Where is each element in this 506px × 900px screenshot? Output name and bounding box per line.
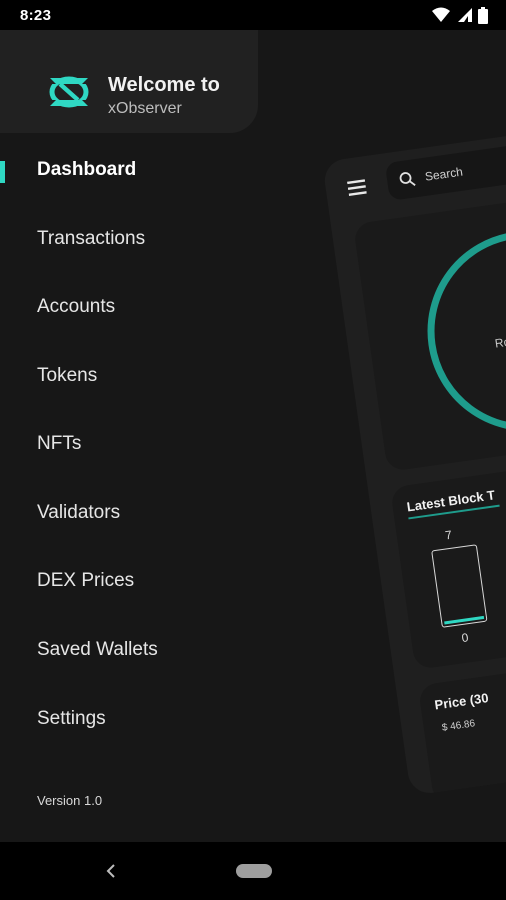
menu-item-accounts[interactable]: Accounts (37, 296, 115, 318)
app-name: xObserver (108, 100, 182, 117)
hamburger-menu-icon (346, 179, 367, 196)
menu-item-transactions[interactable]: Transactions (37, 228, 145, 250)
wifi-icon (432, 7, 450, 22)
preview-bar (431, 544, 488, 628)
menu-item-saved-wallets[interactable]: Saved Wallets (37, 639, 158, 661)
home-pill-icon[interactable] (236, 864, 272, 878)
xobserver-logo-icon (46, 76, 92, 108)
preview-epoch-card: E Roun (352, 188, 506, 472)
menu-item-nfts[interactable]: NFTs (37, 433, 81, 455)
preview-price-value: $ 46.86 (441, 718, 476, 734)
signal-icon (458, 8, 472, 22)
status-time: 8:23 (20, 6, 52, 24)
search-icon (399, 172, 416, 186)
drawer-header: Welcome to xObserver (0, 30, 258, 133)
preview-ring-sublabel: Roun (493, 332, 506, 351)
menu-item-dex-prices[interactable]: DEX Prices (37, 570, 134, 592)
preview-bar-fill (444, 615, 485, 625)
preview-search-placeholder: Search (424, 164, 464, 184)
app-screen: Search E Roun Latest Block T 7 0 Price (… (0, 30, 506, 842)
preview-progress-ring (414, 218, 506, 444)
preview-bar-top-value: 7 (444, 527, 453, 543)
preview-search-bar: Search (384, 129, 506, 201)
app-version: Version 1.0 (37, 793, 103, 808)
back-chevron-icon[interactable] (101, 860, 121, 882)
menu-item-validators[interactable]: Validators (37, 502, 120, 524)
preview-latest-block-card: Latest Block T 7 0 (389, 451, 506, 670)
preview-price-title: Price (30 (433, 690, 490, 713)
menu-item-settings[interactable]: Settings (37, 708, 106, 730)
welcome-title: Welcome to (108, 74, 220, 96)
preview-price-card: Price (30 $ 46.86 (417, 649, 506, 796)
status-bar: 8:23 (0, 0, 506, 30)
dashboard-preview: Search E Roun Latest Block T 7 0 Price (… (322, 125, 506, 796)
battery-icon (478, 6, 488, 24)
status-icons (432, 6, 488, 24)
active-item-indicator (0, 161, 5, 183)
preview-bar-bottom-value: 0 (460, 630, 470, 646)
menu-item-dashboard[interactable]: Dashboard (37, 159, 136, 181)
system-nav-bar (0, 842, 506, 900)
menu-item-tokens[interactable]: Tokens (37, 365, 97, 387)
